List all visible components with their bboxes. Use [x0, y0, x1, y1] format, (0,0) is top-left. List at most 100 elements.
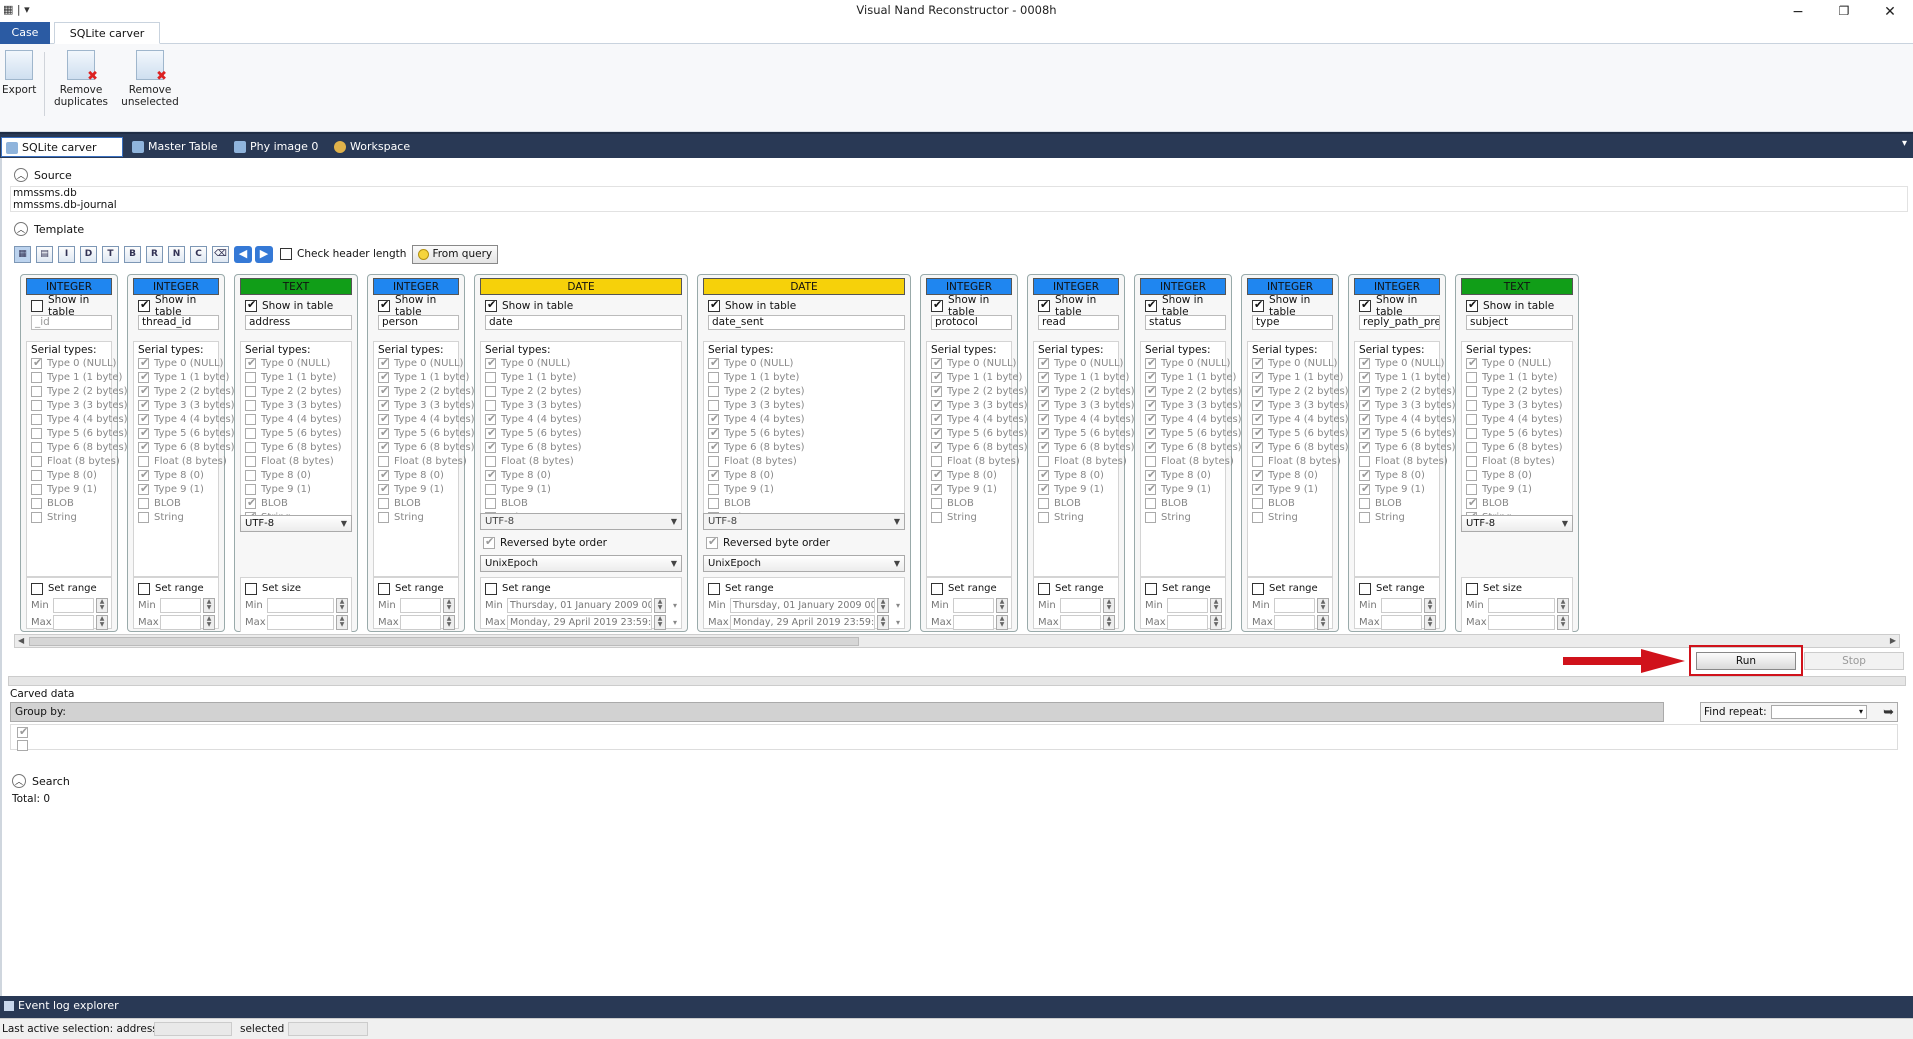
spinner-icon[interactable]: ▲ ▼ [443, 615, 455, 630]
serial-type-checkbox[interactable] [1145, 384, 1156, 397]
serial-type-checkbox[interactable] [31, 497, 42, 509]
export-button[interactable]: Export [2, 50, 36, 96]
serial-type-checkbox[interactable] [1252, 440, 1263, 453]
encoding-select[interactable]: UTF-8 ▼ [480, 513, 682, 530]
serial-type-checkbox[interactable] [931, 468, 942, 481]
tab-sqlite-carver[interactable]: SQLite carver [54, 22, 160, 44]
serial-type-checkbox[interactable] [245, 427, 256, 439]
spinner-icon[interactable]: ▲ ▼ [1317, 615, 1329, 630]
show-in-table-checkbox[interactable] [1038, 298, 1050, 312]
tab-workspace[interactable]: Workspace [330, 137, 420, 157]
event-log-bar[interactable]: Event log explorer [0, 996, 1913, 1018]
serial-type-checkbox[interactable] [138, 398, 149, 411]
serial-type-checkbox[interactable] [1145, 482, 1156, 495]
serial-type-checkbox[interactable] [31, 385, 42, 397]
column-name-field[interactable]: subject [1466, 315, 1573, 330]
serial-type-checkbox[interactable] [245, 455, 256, 467]
serial-type-checkbox[interactable] [1145, 370, 1156, 383]
serial-type-checkbox[interactable] [31, 483, 42, 495]
type-header[interactable]: INTEGER [926, 278, 1012, 295]
serial-type-checkbox[interactable] [138, 440, 149, 453]
serial-type-checkbox[interactable] [1038, 455, 1049, 467]
serial-type-checkbox[interactable] [1145, 426, 1156, 439]
source-file[interactable]: mmssms.db [13, 187, 1907, 199]
serial-type-checkbox[interactable] [1145, 511, 1156, 523]
serial-type-checkbox[interactable] [708, 440, 719, 453]
serial-type-checkbox[interactable] [1359, 426, 1370, 439]
serial-type-checkbox[interactable] [708, 455, 719, 467]
type-header[interactable]: INTEGER [1354, 278, 1440, 295]
serial-type-checkbox[interactable] [485, 426, 496, 439]
type-header[interactable]: TEXT [240, 278, 352, 295]
serial-type-checkbox[interactable] [931, 412, 942, 425]
serial-type-checkbox[interactable] [485, 371, 496, 383]
type-header[interactable]: TEXT [1461, 278, 1573, 295]
eraser-icon[interactable]: ⌫ [212, 245, 229, 263]
check-header-length-checkbox[interactable] [280, 248, 292, 260]
serial-type-checkbox[interactable] [485, 455, 496, 467]
serial-type-checkbox[interactable] [708, 497, 719, 509]
show-in-table-checkbox[interactable] [378, 298, 390, 312]
tab-sqlite-carver-sms[interactable]: SQLite carver sms ✕ [1, 137, 123, 175]
type-header[interactable]: INTEGER [26, 278, 112, 295]
serial-type-checkbox[interactable] [138, 468, 149, 481]
serial-type-checkbox[interactable] [1038, 398, 1049, 411]
serial-type-checkbox[interactable] [1038, 468, 1049, 481]
set-range-checkbox[interactable] [1466, 582, 1478, 595]
serial-type-checkbox[interactable] [1359, 370, 1370, 383]
serial-type-checkbox[interactable] [1252, 511, 1263, 523]
set-range-checkbox[interactable] [245, 582, 257, 595]
serial-type-checkbox[interactable] [485, 356, 496, 369]
serial-type-checkbox[interactable] [31, 356, 42, 369]
add-blob-icon[interactable]: B [124, 245, 141, 263]
add-real-icon[interactable]: R [146, 245, 163, 263]
serial-type-checkbox[interactable] [138, 482, 149, 495]
min-date-field[interactable]: Thursday, 01 January 2009 00:00:00 [507, 598, 652, 613]
serial-type-checkbox[interactable] [485, 412, 496, 425]
scroll-left-icon[interactable]: ◀ [18, 635, 24, 647]
serial-type-checkbox[interactable] [1466, 385, 1477, 397]
show-in-table-checkbox[interactable] [138, 298, 150, 312]
search-header[interactable]: ︿ Search [12, 774, 70, 788]
spinner-icon[interactable]: ▲ ▼ [1103, 598, 1115, 613]
spinner-icon[interactable]: ▲ ▼ [1424, 615, 1436, 630]
serial-type-checkbox[interactable] [245, 399, 256, 411]
serial-type-checkbox[interactable] [138, 426, 149, 439]
serial-type-checkbox[interactable] [708, 483, 719, 495]
serial-type-checkbox[interactable] [138, 356, 149, 369]
scroll-right-icon[interactable]: ▶ [1890, 635, 1896, 647]
set-range-checkbox[interactable] [31, 582, 43, 595]
min-field[interactable] [1381, 598, 1422, 613]
serial-type-checkbox[interactable] [138, 497, 149, 509]
serial-type-checkbox[interactable] [1145, 356, 1156, 369]
serial-type-checkbox[interactable] [1466, 399, 1477, 411]
epoch-select[interactable]: UnixEpoch ▼ [480, 555, 682, 572]
serial-type-checkbox[interactable] [708, 426, 719, 439]
serial-type-checkbox[interactable] [1252, 412, 1263, 425]
serial-type-checkbox[interactable] [708, 356, 719, 369]
max-field[interactable] [267, 615, 334, 630]
table-view-icon[interactable]: ▦ [14, 245, 31, 263]
spinner-icon[interactable]: ▲ ▼ [1557, 598, 1569, 613]
show-in-table-checkbox[interactable] [931, 298, 943, 312]
set-range-checkbox[interactable] [1359, 582, 1371, 595]
reversed-byte-order-checkbox[interactable] [706, 535, 718, 549]
serial-type-checkbox[interactable] [31, 413, 42, 425]
min-field[interactable] [953, 598, 994, 613]
serial-type-checkbox[interactable] [1252, 356, 1263, 369]
spinner-icon[interactable]: ▲ ▼ [877, 598, 889, 613]
serial-type-checkbox[interactable] [1145, 440, 1156, 453]
show-in-table-checkbox[interactable] [1466, 298, 1478, 312]
show-in-table-checkbox[interactable] [708, 298, 720, 312]
min-field[interactable] [1488, 598, 1555, 613]
serial-type-checkbox[interactable] [1359, 412, 1370, 425]
calendar-dropdown-icon[interactable]: ▾ [892, 598, 904, 613]
set-range-checkbox[interactable] [1252, 582, 1264, 595]
set-range-checkbox[interactable] [931, 582, 943, 595]
max-field[interactable] [1167, 615, 1208, 630]
serial-type-checkbox[interactable] [931, 455, 942, 467]
serial-type-checkbox[interactable] [931, 440, 942, 453]
serial-type-checkbox[interactable] [1038, 356, 1049, 369]
serial-type-checkbox[interactable] [138, 412, 149, 425]
arrow-left-icon[interactable]: ◀ [234, 245, 252, 263]
